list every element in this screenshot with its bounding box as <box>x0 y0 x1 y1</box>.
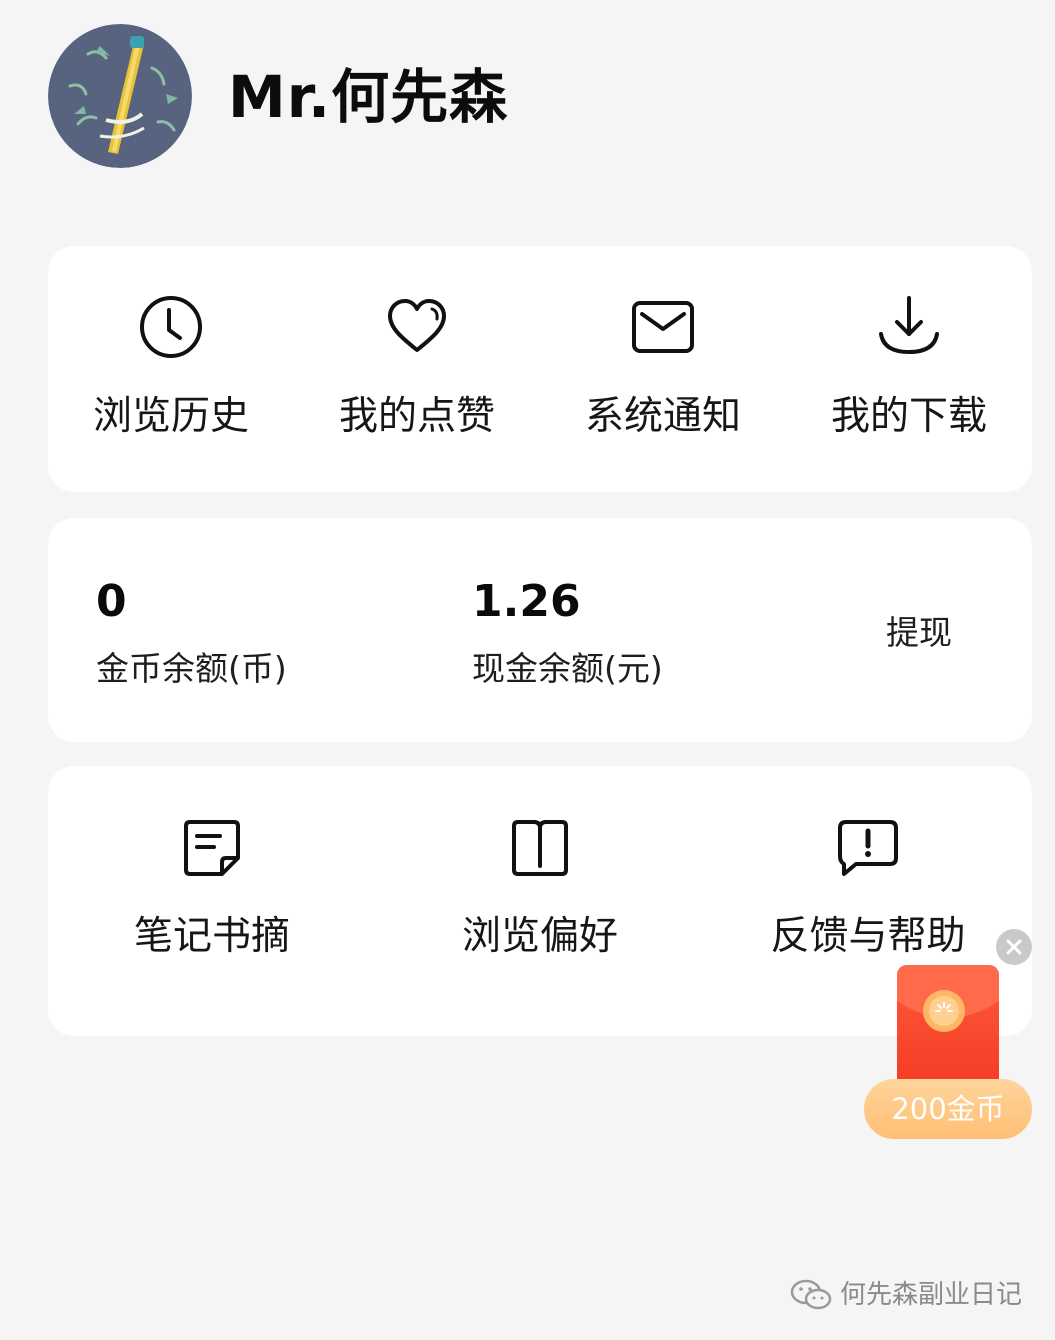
system-notice-button[interactable]: 系统通知 <box>540 246 786 492</box>
coin-balance-label: 金币余额(币) <box>96 649 287 688</box>
download-icon <box>879 296 939 355</box>
mail-icon <box>632 301 694 353</box>
clock-icon <box>140 296 202 358</box>
username: Mr.何先森 <box>228 63 509 131</box>
reward-badge[interactable]: 200金币 <box>864 1079 1032 1139</box>
book-icon <box>512 820 568 876</box>
sword-bamboo-avatar-icon <box>48 24 192 168</box>
withdraw-button[interactable]: 提现 <box>856 608 982 658</box>
quick-menu-card: 浏览历史 我的点赞 系统通知 我的下载 <box>48 246 1032 492</box>
browse-preference-label: 浏览偏好 <box>461 914 618 959</box>
packet-close-button[interactable] <box>996 929 1032 965</box>
watermark-text: 何先森副业日记 <box>840 1280 1023 1310</box>
watermark: 何先森副业日记 <box>790 1275 1022 1315</box>
my-downloads-button[interactable]: 我的下载 <box>786 246 1032 492</box>
my-likes-label: 我的点赞 <box>338 394 495 439</box>
browse-history-label: 浏览历史 <box>92 394 249 439</box>
coin-balance-value: 0 <box>96 576 127 627</box>
notes-excerpts-button[interactable]: 笔记书摘 <box>48 766 376 1036</box>
red-packet[interactable] <box>897 965 999 1093</box>
feedback-help-label: 反馈与帮助 <box>770 914 966 959</box>
coin-icon <box>923 990 965 1032</box>
note-icon <box>184 820 240 876</box>
browse-history-button[interactable]: 浏览历史 <box>48 246 294 492</box>
balance-card: 0 金币余额(币) 1.26 现金余额(元) 提现 <box>48 518 1032 742</box>
system-notice-label: 系统通知 <box>584 394 741 439</box>
feedback-icon <box>838 820 898 876</box>
wechat-icon <box>790 1279 832 1310</box>
heart-icon <box>388 299 446 352</box>
browse-preference-button[interactable]: 浏览偏好 <box>376 766 704 1036</box>
close-icon <box>1006 939 1022 955</box>
avatar[interactable] <box>48 24 192 168</box>
cash-balance-value: 1.26 <box>472 576 581 627</box>
notes-excerpts-label: 笔记书摘 <box>133 914 290 959</box>
tools-card: 笔记书摘 浏览偏好 反馈与帮助 <box>48 766 1032 1036</box>
my-downloads-label: 我的下载 <box>830 394 987 439</box>
cash-balance-label: 现金余额(元) <box>472 649 663 688</box>
my-likes-button[interactable]: 我的点赞 <box>294 246 540 492</box>
